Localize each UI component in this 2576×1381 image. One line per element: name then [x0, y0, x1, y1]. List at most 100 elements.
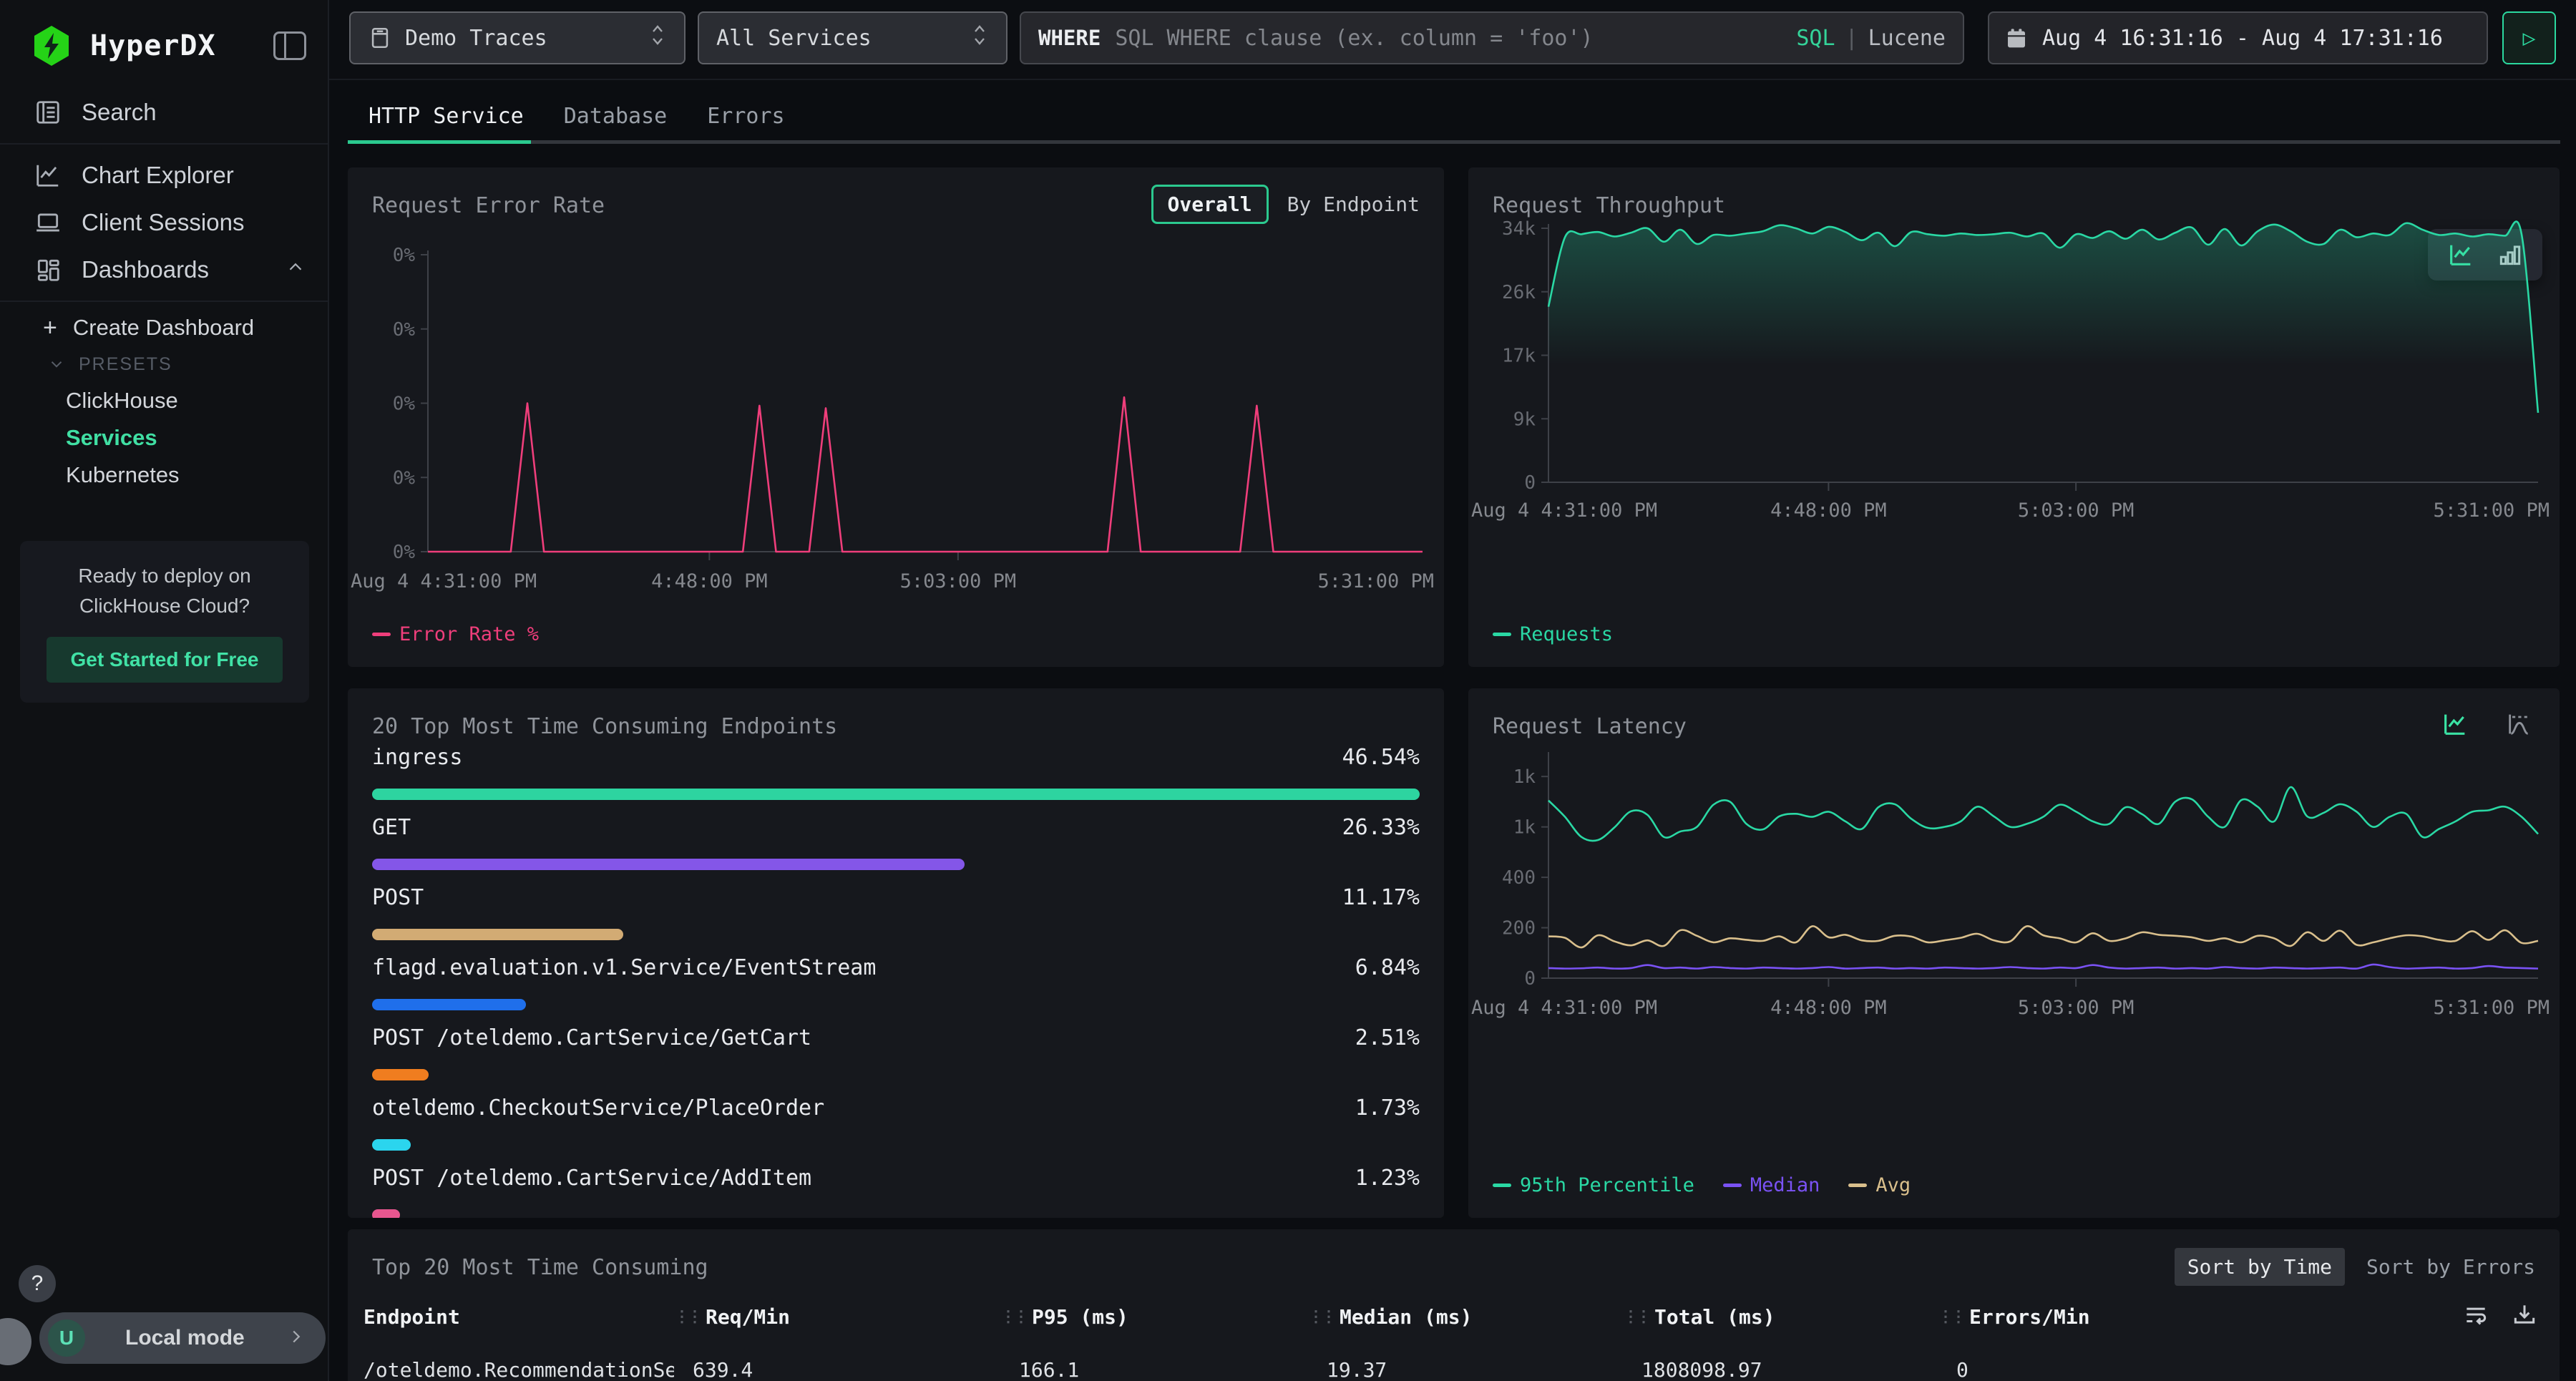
svg-text:1k: 1k: [1513, 817, 1536, 839]
endpoint-bar: [372, 1139, 411, 1151]
endpoint-row[interactable]: oteldemo.CheckoutService/PlaceOrder1.73%: [372, 1093, 1420, 1151]
hyperdx-logo-icon: [31, 24, 72, 67]
svg-text:5:31:00 PM: 5:31:00 PM: [2433, 499, 2550, 522]
column-p95[interactable]: ⋮⋮P95 (ms): [1000, 1305, 1308, 1329]
endpoint-row[interactable]: POST /oteldemo.CartService/GetCart2.51%: [372, 1023, 1420, 1080]
select-chevrons-icon: [648, 21, 667, 55]
presets-toggle[interactable]: PRESETS: [0, 346, 328, 382]
sidebar-item-label: Client Sessions: [82, 209, 244, 236]
help-button[interactable]: ?: [19, 1265, 56, 1302]
latency-chart: 02004001k1kAug 4 4:31:00 PM4:48:00 PM5:0…: [1468, 738, 2560, 1046]
endpoint-row[interactable]: flagd.evaluation.v1.Service/EventStream6…: [372, 953, 1420, 1010]
legend-avg: Avg: [1848, 1174, 1911, 1196]
cell-errors-min: 0: [1938, 1358, 2467, 1381]
lucene-mode-toggle[interactable]: Lucene: [1868, 26, 1946, 51]
svg-text:Aug 4 4:31:00 PM: Aug 4 4:31:00 PM: [1471, 997, 1657, 1019]
clickhouse-cloud-promo: Ready to deploy on ClickHouse Cloud? Get…: [20, 541, 309, 703]
drag-handle-icon: ⋮⋮: [674, 1308, 700, 1326]
avatar: U: [48, 1319, 85, 1357]
svg-text:26k: 26k: [1502, 282, 1536, 303]
svg-text:5:31:00 PM: 5:31:00 PM: [1317, 570, 1434, 592]
divider: [0, 301, 328, 302]
download-icon[interactable]: [2511, 1301, 2538, 1328]
sidebar-item-search[interactable]: Search: [0, 89, 328, 136]
endpoint-bar: [372, 929, 623, 940]
sidebar: HyperDX Search Chart Explorer: [0, 0, 329, 1381]
legend-p95: 95th Percentile: [1493, 1174, 1694, 1196]
app-title: HyperDX: [90, 29, 273, 62]
endpoint-bar: [372, 1209, 400, 1218]
column-median[interactable]: ⋮⋮Median (ms): [1308, 1305, 1623, 1329]
sql-mode-toggle[interactable]: SQL: [1796, 26, 1835, 51]
panel-request-throughput: Request Throughput 09k17k26k34kAug 4 4:3…: [1468, 167, 2560, 667]
database-icon: [368, 26, 392, 50]
column-total[interactable]: ⋮⋮Total (ms): [1623, 1305, 1938, 1329]
sort-by-errors-button[interactable]: Sort by Errors: [2366, 1255, 2535, 1279]
sidebar-item-clickhouse[interactable]: ClickHouse: [0, 382, 328, 419]
sidebar-item-client-sessions[interactable]: Client Sessions: [0, 199, 328, 246]
create-dashboard-button[interactable]: + Create Dashboard: [0, 309, 328, 346]
local-mode-menu[interactable]: U Local mode: [39, 1312, 326, 1364]
endpoint-bar: [372, 999, 526, 1010]
cell-req-min: 639.4: [674, 1358, 1000, 1381]
tab-http-service[interactable]: HTTP Service: [369, 96, 524, 136]
column-req-min[interactable]: ⋮⋮Req/Min: [674, 1305, 1000, 1329]
overall-button[interactable]: Overall: [1151, 185, 1269, 224]
source-select[interactable]: Demo Traces: [349, 11, 686, 64]
sidebar-item-chart-explorer[interactable]: Chart Explorer: [0, 152, 328, 199]
date-range-value: Aug 4 16:31:16 - Aug 4 17:31:16: [2042, 26, 2443, 51]
tab-database[interactable]: Database: [564, 96, 668, 136]
cell-endpoint: /oteldemo.RecommendationServ: [364, 1358, 674, 1381]
column-endpoint[interactable]: Endpoint: [364, 1305, 674, 1329]
endpoint-bar: [372, 789, 1420, 800]
run-query-button[interactable]: ▷: [2502, 11, 2556, 64]
endpoint-row[interactable]: GET26.33%: [372, 813, 1420, 870]
svg-text:5:03:00 PM: 5:03:00 PM: [900, 570, 1017, 592]
svg-text:0%: 0%: [393, 394, 416, 415]
where-search-box: WHERE SQL | Lucene: [1020, 11, 1964, 64]
panel-request-latency: Request Latency 02004001k1kAug 4 4:31:00…: [1468, 688, 2560, 1218]
line-chart-icon[interactable]: [2441, 710, 2469, 738]
endpoint-row[interactable]: ingress46.54%: [372, 743, 1420, 800]
service-select[interactable]: All Services: [698, 11, 1008, 64]
tab-errors[interactable]: Errors: [707, 96, 784, 136]
panel-title: Request Latency: [1493, 714, 1687, 739]
drag-handle-icon: ⋮⋮: [1623, 1308, 1649, 1326]
svg-text:Aug 4 4:31:00 PM: Aug 4 4:31:00 PM: [1471, 499, 1657, 522]
play-icon: ▷: [2522, 26, 2535, 51]
sidebar-item-services[interactable]: Services: [0, 419, 328, 457]
svg-text:4:48:00 PM: 4:48:00 PM: [651, 570, 768, 592]
chevron-right-icon: [286, 1326, 307, 1351]
cell-median: 19.37: [1308, 1358, 1623, 1381]
dashboard-content: HTTP Service Database Errors Request Err…: [329, 80, 2576, 1381]
get-started-button[interactable]: Get Started for Free: [47, 637, 283, 683]
calendar-icon: [2005, 26, 2028, 50]
column-errors-min[interactable]: ⋮⋮Errors/Min: [1938, 1305, 2467, 1329]
sidebar-collapse-icon[interactable]: [273, 31, 306, 60]
service-select-value: All Services: [716, 26, 872, 51]
drag-handle-icon: ⋮⋮: [1000, 1308, 1026, 1326]
svg-text:0%: 0%: [393, 245, 416, 266]
sort-by-time-button[interactable]: Sort by Time: [2175, 1248, 2345, 1286]
date-range-picker[interactable]: Aug 4 16:31:16 - Aug 4 17:31:16: [1988, 11, 2488, 64]
endpoint-row[interactable]: POST11.17%: [372, 883, 1420, 940]
search-input[interactable]: [1115, 26, 1796, 51]
tab-underline-track: [348, 140, 2560, 144]
sidebar-item-label: Search: [82, 99, 157, 126]
sidebar-item-kubernetes[interactable]: Kubernetes: [0, 457, 328, 494]
sidebar-item-dashboards[interactable]: Dashboards: [0, 246, 328, 293]
panel-request-error-rate: Request Error Rate Overall By Endpoint 0…: [348, 167, 1444, 667]
table-header: Endpoint ⋮⋮Req/Min ⋮⋮P95 (ms) ⋮⋮Median (…: [348, 1298, 2467, 1335]
sidebar-item-label: Chart Explorer: [82, 162, 234, 189]
svg-text:5:31:00 PM: 5:31:00 PM: [2433, 997, 2550, 1019]
wrap-lines-icon[interactable]: [2462, 1301, 2489, 1328]
endpoint-row[interactable]: POST /oteldemo.CartService/AddItem1.23%: [372, 1163, 1420, 1218]
histogram-icon[interactable]: [2505, 710, 2534, 738]
dashboard-tabs: HTTP Service Database Errors: [369, 96, 785, 136]
panel-top-endpoints: 20 Top Most Time Consuming Endpoints ing…: [348, 688, 1444, 1218]
panel-top-time-table: Top 20 Most Time Consuming Sort by Time …: [348, 1229, 2560, 1381]
svg-text:5:03:00 PM: 5:03:00 PM: [2018, 499, 2135, 522]
by-endpoint-button[interactable]: By Endpoint: [1287, 192, 1420, 216]
table-row[interactable]: /oteldemo.RecommendationServ 639.4 166.1…: [348, 1350, 2467, 1381]
source-select-value: Demo Traces: [405, 26, 547, 51]
